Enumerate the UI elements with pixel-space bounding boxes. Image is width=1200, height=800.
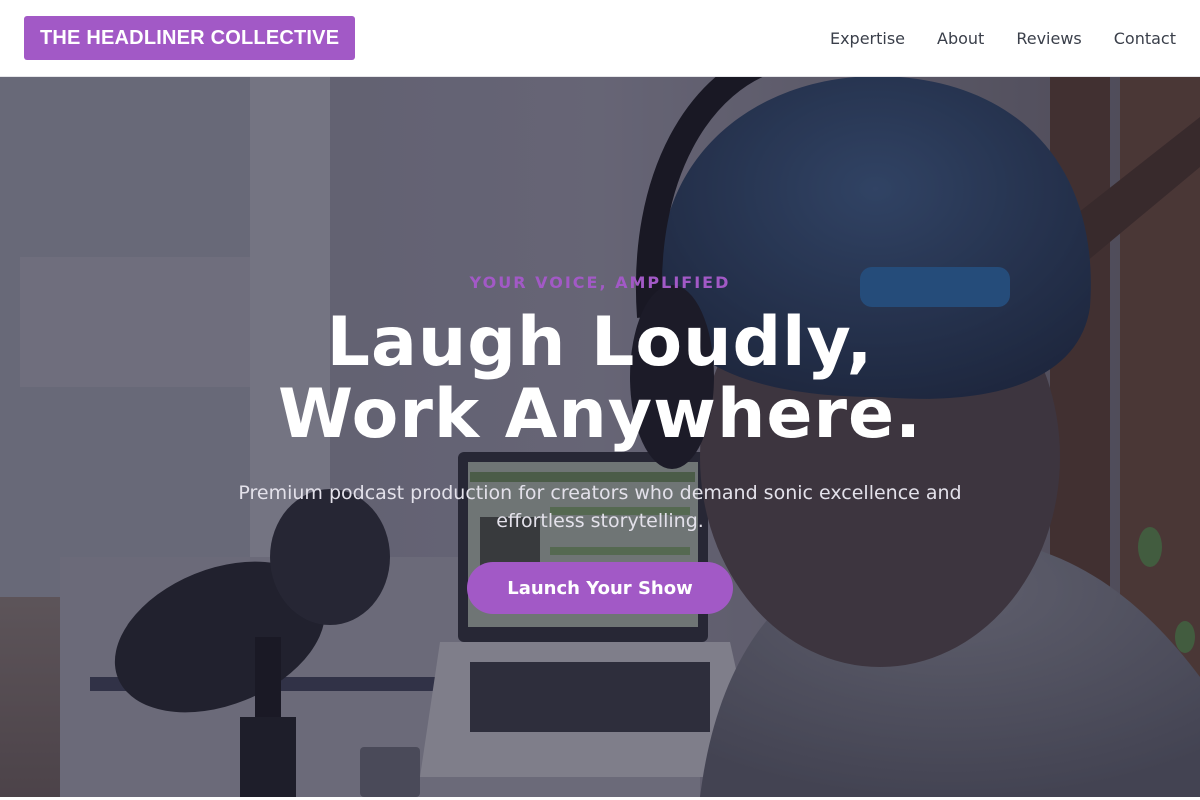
hero-eyebrow: YOUR VOICE, AMPLIFIED xyxy=(469,273,731,292)
launch-show-button[interactable]: Launch Your Show xyxy=(467,562,733,614)
nav-link-reviews[interactable]: Reviews xyxy=(1016,29,1081,48)
site-logo[interactable]: THE HEADLINER COLLECTIVE xyxy=(24,16,356,60)
nav-link-expertise[interactable]: Expertise xyxy=(830,29,905,48)
hero-headline-line-2: Work Anywhere. xyxy=(278,375,922,454)
nav-link-about[interactable]: About xyxy=(937,29,984,48)
hero-headline: Laugh Loudly, Work Anywhere. xyxy=(0,307,1200,451)
site-header: THE HEADLINER COLLECTIVE Expertise About… xyxy=(0,0,1200,77)
main-nav: Expertise About Reviews Contact xyxy=(830,29,1176,48)
hero-subtitle: Premium podcast production for creators … xyxy=(238,482,962,532)
hero-section: YOUR VOICE, AMPLIFIED Laugh Loudly, Work… xyxy=(0,77,1200,797)
hero-headline-line-1: Laugh Loudly, xyxy=(326,303,874,382)
hero-content: YOUR VOICE, AMPLIFIED Laugh Loudly, Work… xyxy=(0,77,1200,797)
nav-link-contact[interactable]: Contact xyxy=(1114,29,1176,48)
